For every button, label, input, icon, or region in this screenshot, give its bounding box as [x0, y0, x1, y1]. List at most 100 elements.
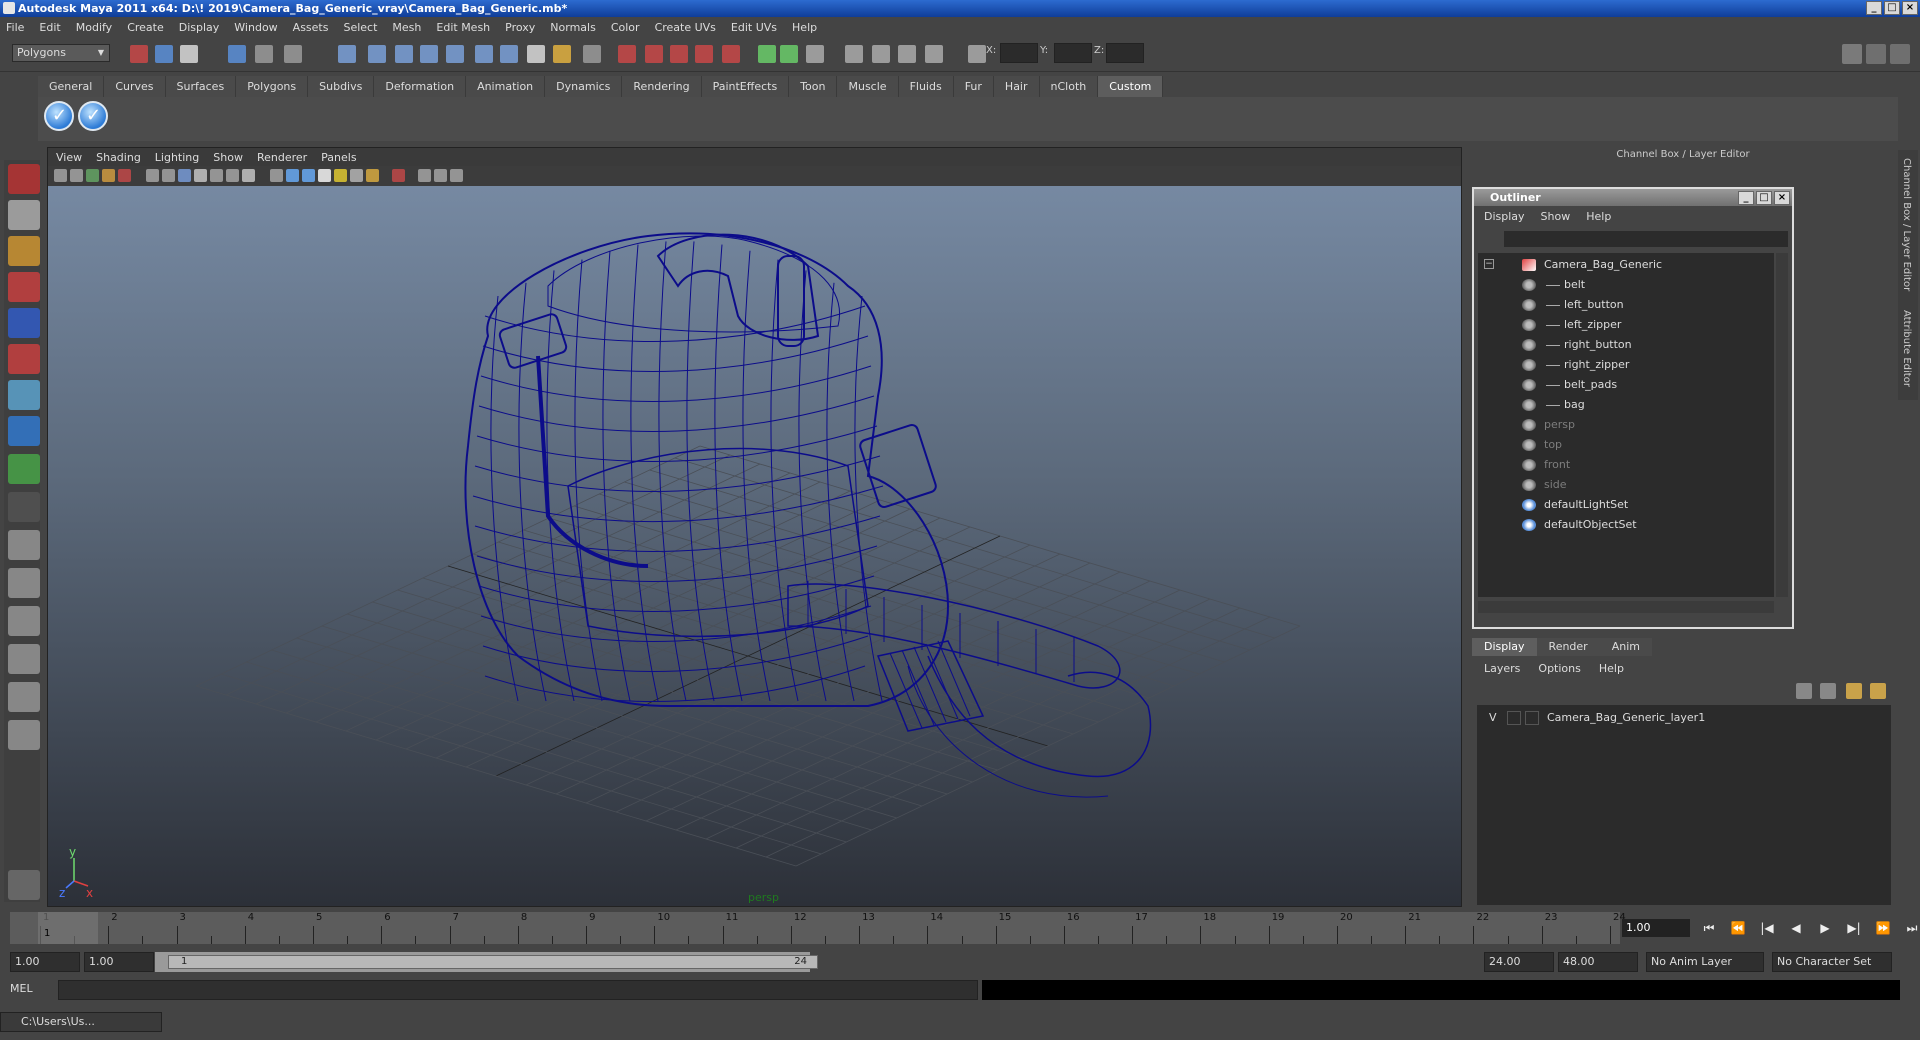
shelf-check-icon[interactable]: ✓: [44, 101, 74, 131]
scale-tool-icon[interactable]: [8, 344, 40, 374]
shelf-check-icon[interactable]: ✓: [78, 101, 108, 131]
outliner-minimize-button[interactable]: _: [1738, 191, 1754, 205]
minimize-button[interactable]: _: [1866, 1, 1882, 15]
viewport-tool-icon[interactable]: [450, 169, 463, 182]
shelf-tab-general[interactable]: General: [38, 76, 105, 97]
status-tool-icon[interactable]: [845, 45, 863, 63]
rotate-tool-icon[interactable]: [8, 308, 40, 338]
outliner-item-bag[interactable]: bag: [1522, 395, 1762, 415]
status-tool-icon[interactable]: [806, 45, 824, 63]
viewport-tool-icon[interactable]: [392, 169, 405, 182]
maximize-button[interactable]: □: [1884, 1, 1900, 15]
current-frame-field[interactable]: 1.00: [1622, 919, 1690, 937]
menu-normals[interactable]: Normals: [550, 21, 596, 34]
outliner-item-defaultobjectset[interactable]: defaultObjectSet: [1522, 515, 1762, 535]
status-tool-icon[interactable]: [180, 45, 198, 63]
shelf-tab-painteffects[interactable]: PaintEffects: [701, 76, 790, 97]
mel-input[interactable]: [58, 980, 978, 1000]
status-tool-icon[interactable]: [527, 45, 545, 63]
shelf-tab-polygons[interactable]: Polygons: [236, 76, 309, 97]
outliner-close-button[interactable]: ×: [1774, 191, 1790, 205]
status-tool-icon[interactable]: [228, 45, 246, 63]
menu-edit-mesh[interactable]: Edit Mesh: [436, 21, 490, 34]
status-tool-icon[interactable]: [670, 45, 688, 63]
status-tool-icon[interactable]: [925, 45, 943, 63]
shelf-tab-animation[interactable]: Animation: [466, 76, 546, 97]
outliner-menu-help[interactable]: Help: [1586, 210, 1611, 223]
viewport-tool-icon[interactable]: [86, 169, 99, 182]
universal-manipulator-icon[interactable]: [8, 380, 40, 410]
status-tool-icon[interactable]: [618, 45, 636, 63]
layer-menu-options[interactable]: Options: [1538, 662, 1580, 675]
outliner-item-top[interactable]: top: [1522, 435, 1762, 455]
layer-type-toggle[interactable]: [1507, 711, 1521, 725]
camera-bag-wireframe[interactable]: [464, 232, 1152, 798]
status-tool-icon[interactable]: [780, 45, 798, 63]
status-tool-icon[interactable]: [695, 45, 713, 63]
status-tool-icon[interactable]: [872, 45, 890, 63]
outliner-filter-input[interactable]: [1504, 231, 1788, 247]
layer-tab-anim[interactable]: Anim: [1599, 638, 1652, 656]
outliner-horizontal-scrollbar[interactable]: [1478, 601, 1774, 613]
layer-color-swatch[interactable]: [1525, 711, 1539, 725]
viewport-menu-panels[interactable]: Panels: [321, 151, 356, 164]
menu-assets[interactable]: Assets: [293, 21, 329, 34]
viewport-menu-view[interactable]: View: [56, 151, 82, 164]
viewport-tool-icon[interactable]: [366, 169, 379, 182]
new-layer-icon[interactable]: [1796, 683, 1812, 699]
shelf-tab-toon[interactable]: Toon: [789, 76, 838, 97]
play-backward-icon[interactable]: ◀: [1785, 918, 1807, 938]
viewport-menu-show[interactable]: Show: [213, 151, 243, 164]
layer-move-down-icon[interactable]: [1870, 683, 1886, 699]
outliner-item-left-button[interactable]: left_button: [1522, 295, 1762, 315]
paint-brush-icon[interactable]: [8, 870, 40, 900]
hypershade-layout-icon[interactable]: [8, 682, 40, 712]
shelf-tab-muscle[interactable]: Muscle: [837, 76, 899, 97]
status-tool-icon[interactable]: [130, 45, 148, 63]
outliner-menu-display[interactable]: Display: [1484, 210, 1525, 223]
side-tab-channel-box[interactable]: Channel Box / Layer Editor: [1901, 158, 1912, 291]
shelf-tab-deformation[interactable]: Deformation: [374, 76, 467, 97]
status-tool-icon[interactable]: [338, 45, 356, 63]
viewport-menu-shading[interactable]: Shading: [96, 151, 141, 164]
soft-mod-icon[interactable]: [8, 416, 40, 446]
viewport-tool-icon[interactable]: [226, 169, 239, 182]
status-tool-icon[interactable]: [758, 45, 776, 63]
viewport-tool-icon[interactable]: [418, 169, 431, 182]
panel-layout-icon[interactable]: [1842, 44, 1862, 64]
animation-start-field[interactable]: 1.00: [10, 952, 80, 972]
viewport-tool-icon[interactable]: [286, 169, 299, 182]
status-tool-icon[interactable]: [500, 45, 518, 63]
shelf-tab-fluids[interactable]: Fluids: [898, 76, 954, 97]
graph-layout-icon[interactable]: [8, 644, 40, 674]
show-manipulator-icon[interactable]: [8, 454, 40, 484]
menu-select[interactable]: Select: [343, 21, 377, 34]
status-tool-icon[interactable]: [395, 45, 413, 63]
playback-start-field[interactable]: 1.00: [84, 952, 154, 972]
outliner-item-side[interactable]: side: [1522, 475, 1762, 495]
shelf-tab-hair[interactable]: Hair: [993, 76, 1040, 97]
attribute-editor-toggle-icon[interactable]: [1890, 44, 1910, 64]
menu-mesh[interactable]: Mesh: [392, 21, 421, 34]
layer-menu-layers[interactable]: Layers: [1484, 662, 1520, 675]
lasso-tool-icon[interactable]: [8, 200, 40, 230]
viewport-menu-lighting[interactable]: Lighting: [155, 151, 199, 164]
viewport-menu-renderer[interactable]: Renderer: [257, 151, 307, 164]
side-tab-attribute-editor[interactable]: Attribute Editor: [1901, 310, 1912, 387]
viewport-tool-icon[interactable]: [210, 169, 223, 182]
playback-end-field[interactable]: 24.00: [1484, 952, 1554, 972]
step-forward-key-icon[interactable]: ⏩: [1872, 918, 1894, 938]
outliner-layout-icon[interactable]: [8, 606, 40, 636]
menu-edit[interactable]: Edit: [39, 21, 60, 34]
outliner-item-right-zipper[interactable]: right_zipper: [1522, 355, 1762, 375]
layer-tab-display[interactable]: Display: [1472, 638, 1537, 656]
outliner-item-belt[interactable]: belt: [1522, 275, 1762, 295]
shelf-tab-rendering[interactable]: Rendering: [622, 76, 702, 97]
y-field[interactable]: [1054, 43, 1092, 63]
menu-display[interactable]: Display: [179, 21, 220, 34]
shelf-tab-custom[interactable]: Custom: [1098, 76, 1164, 97]
time-slider[interactable]: 1234567891011121314151617181920212223241: [10, 912, 1626, 944]
go-to-start-icon[interactable]: ⏮: [1698, 918, 1720, 938]
viewport-tool-icon[interactable]: [350, 169, 363, 182]
single-pane-layout-icon[interactable]: [8, 530, 40, 560]
